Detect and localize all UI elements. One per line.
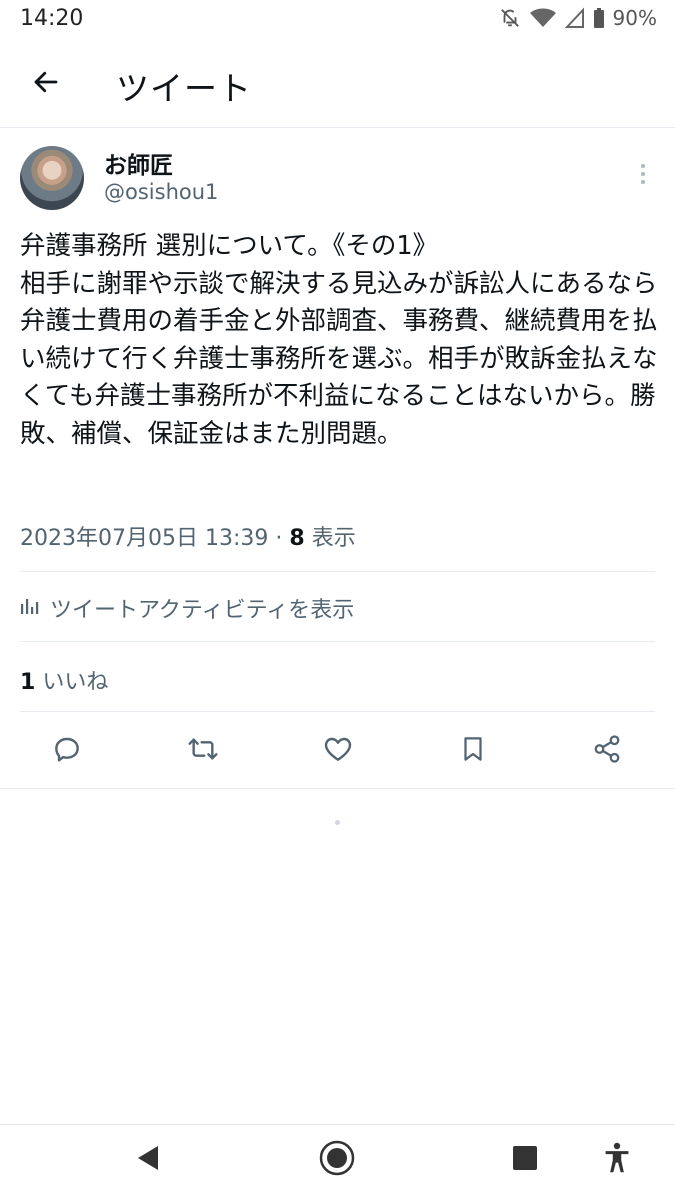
- views-count: 8: [289, 526, 305, 551]
- likes-divider: [20, 711, 655, 712]
- likes-label: いいね: [42, 670, 109, 695]
- nav-back-button[interactable]: [128, 1140, 168, 1180]
- battery-icon: [593, 7, 605, 29]
- bookmark-button[interactable]: [455, 733, 491, 769]
- share-icon: [592, 734, 622, 768]
- nav-recents-button[interactable]: [505, 1140, 545, 1180]
- retweet-button[interactable]: [185, 733, 221, 769]
- status-icons: 90%: [499, 6, 657, 30]
- tweet-timestamp[interactable]: 2023年07月05日 13:39: [20, 526, 268, 551]
- more-dot-icon: [641, 180, 645, 184]
- signal-icon: [564, 7, 585, 29]
- actions-divider: [0, 788, 675, 789]
- activity-divider: [20, 641, 655, 642]
- activity-label: ツイートアクティビティを表示: [50, 598, 355, 623]
- avatar[interactable]: [20, 146, 84, 210]
- bar-chart-icon: [20, 595, 40, 621]
- page-title: ツイート: [116, 69, 252, 108]
- more-dot-icon: [641, 164, 645, 168]
- author-handle[interactable]: @osishou1: [104, 180, 218, 204]
- battery-percent: 90%: [612, 6, 657, 30]
- more-options-button[interactable]: [632, 158, 654, 190]
- back-triangle-icon: [135, 1144, 161, 1176]
- loading-dot: [335, 820, 340, 825]
- tweet-text: 弁護事務所 選別について。《その1》 相手に謝罪や示談で解決する見込みが訴訟人に…: [20, 231, 658, 449]
- wifi-icon: [529, 7, 557, 29]
- back-button[interactable]: [26, 64, 66, 104]
- tweet-activity-link[interactable]: ツイートアクティビティを表示: [20, 592, 354, 624]
- share-button[interactable]: [589, 733, 625, 769]
- header-divider: [0, 127, 675, 128]
- accessibility-icon: [603, 1142, 631, 1178]
- views-label: 表示: [311, 526, 356, 551]
- reply-button[interactable]: [49, 733, 85, 769]
- home-circle-icon: [318, 1139, 356, 1181]
- status-time: 14:20: [20, 6, 84, 31]
- tweet-meta: 2023年07月05日 13:39 · 8 表示: [20, 520, 356, 552]
- reply-icon: [51, 733, 83, 769]
- like-button[interactable]: [320, 733, 356, 769]
- meta-separator: ·: [275, 526, 283, 551]
- bookmark-icon: [458, 733, 488, 769]
- meta-divider: [20, 571, 655, 572]
- retweet-icon: [186, 733, 220, 769]
- likes-summary[interactable]: 1 いいね: [20, 664, 108, 696]
- likes-count: 1: [20, 670, 36, 695]
- nav-home-button[interactable]: [317, 1140, 357, 1180]
- recents-square-icon: [512, 1145, 538, 1175]
- mute-icon: [499, 7, 521, 29]
- author-name[interactable]: お師匠: [104, 146, 173, 180]
- like-icon: [322, 733, 354, 769]
- arrow-left-icon: [31, 67, 61, 101]
- more-dot-icon: [641, 172, 645, 176]
- nav-accessibility-button[interactable]: [597, 1140, 637, 1180]
